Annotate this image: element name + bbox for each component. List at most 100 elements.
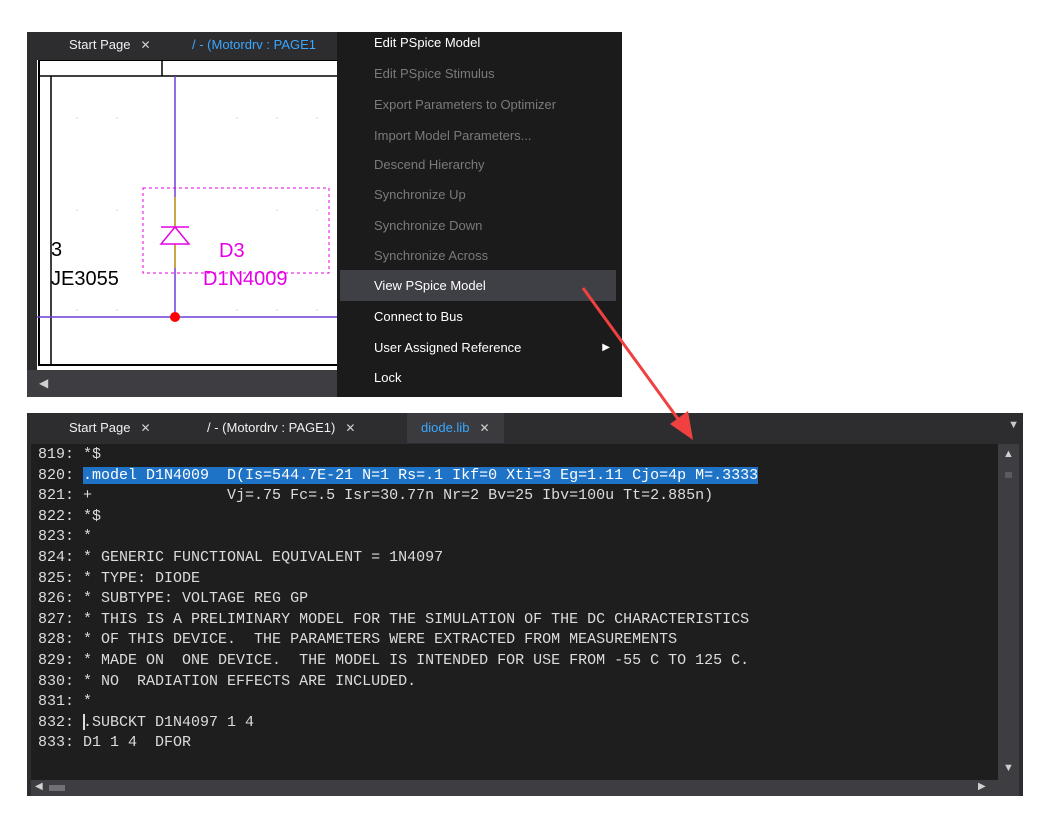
code-line: 822: *$ (38, 507, 101, 527)
menu-item-view-pspice-model[interactable]: View PSpice Model (340, 270, 616, 301)
scroll-down-icon[interactable]: ▼ (1003, 762, 1014, 774)
code-text: D1 1 4 DFOR (83, 734, 192, 752)
code-line: 831: * (38, 692, 92, 712)
code-line: 819: *$ (38, 445, 101, 465)
submenu-arrow-icon: ▶ (602, 342, 610, 353)
code-text: + Vj=.75 Fc=.5 Isr=30.77n Nr=2 Bv=25 Ibv… (83, 487, 714, 505)
code-line: 826: * SUBTYPE: VOLTAGE REG GP (38, 589, 308, 609)
line-number: 833: (38, 734, 75, 752)
schematic-tab-bar: Start Page ✕ / - (Motordrv : PAGE1 (27, 32, 337, 60)
code-text: * OF THIS DEVICE. THE PARAMETERS WERE EX… (83, 631, 678, 649)
tab-list-dropdown-icon[interactable]: ▼ (1008, 419, 1019, 431)
code-text: * THIS IS A PRELIMINARY MODEL FOR THE SI… (83, 610, 750, 628)
close-icon[interactable]: ✕ (140, 38, 150, 52)
close-icon[interactable]: ✕ (345, 421, 355, 435)
code-text: * GENERIC FUNCTIONAL EQUIVALENT = 1N4097 (83, 549, 444, 566)
scroll-left-icon[interactable]: ◀ (39, 376, 48, 390)
tab-diode-lib[interactable]: diode.lib ✕ (407, 413, 504, 443)
code-text: * (83, 528, 93, 546)
code-line: 828: * OF THIS DEVICE. THE PARAMETERS WE… (38, 630, 677, 650)
code-line: 821: + Vj=.75 Fc=.5 Isr=30.77n Nr=2 Bv=2… (38, 486, 713, 506)
page-border (38, 60, 337, 366)
menu-item-edit-pspice-stimulus[interactable]: Edit PSpice Stimulus (340, 58, 616, 89)
code-text: *$ (83, 446, 102, 463)
code-text: * MADE ON ONE DEVICE. THE MODEL IS INTEN… (83, 652, 750, 669)
menu-item-user-assigned-reference[interactable]: User Assigned Reference ▶ (340, 332, 616, 363)
line-number: 819: (38, 446, 75, 463)
line-number: 822: (38, 507, 75, 525)
line-number: 825: (38, 569, 75, 587)
line-number: 826: (38, 590, 75, 608)
menu-item-import-model-parameters[interactable]: Import Model Parameters... (340, 120, 616, 151)
grid (76, 117, 318, 366)
menu-item-edit-pspice-model[interactable]: Edit PSpice Model (340, 27, 616, 58)
line-number: 820: (38, 466, 75, 484)
editor-tab-bar: Start Page ✕ / - (Motordrv : PAGE1) ✕ diod… (27, 413, 1023, 443)
part-reference: D3 (219, 240, 245, 262)
code-line: 823: * (38, 527, 92, 547)
schematic-canvas[interactable]: D3 D1N4009 3 JE3055 (37, 60, 337, 370)
tab-motordrv-page1[interactable]: / - (Motordrv : PAGE1) ✕ (207, 415, 355, 443)
code-text: * SUBTYPE: VOLTAGE REG GP (83, 590, 309, 608)
code-editor[interactable]: 819: *$ 820: .model D1N4009 D(Is=544.7E-2… (31, 444, 998, 780)
schematic-window: Start Page ✕ / - (Motordrv : PAGE1 D3 D1… (27, 32, 337, 397)
code-line: 820: .model D1N4009 D(Is=544.7E-21 N=1 R… (38, 466, 759, 486)
line-number: 821: (38, 487, 75, 505)
context-menu: Edit PSpice Model Edit PSpice Stimulus E… (337, 32, 622, 397)
menu-item-label: User Assigned Reference (374, 340, 522, 355)
schematic-horizontal-scrollbar[interactable]: ◀ (27, 370, 337, 397)
junction-dot (170, 312, 180, 322)
scroll-thumb[interactable] (1005, 472, 1012, 478)
code-line: 827: * THIS IS A PRELIMINARY MODEL FOR T… (38, 610, 749, 630)
line-number: 827: (38, 610, 75, 628)
part-value: D1N4009 (203, 268, 288, 290)
menu-item-connect-to-bus[interactable]: Connect to Bus (340, 301, 616, 332)
menu-item-synchronize-up[interactable]: Synchronize Up (340, 179, 616, 210)
close-icon[interactable]: ✕ (140, 421, 150, 435)
code-line: 825: * TYPE: DIODE (38, 569, 200, 589)
code-line: 829: * MADE ON ONE DEVICE. THE MODEL IS … (38, 651, 749, 671)
code-text: .SUBCKT D1N4097 1 4 (83, 713, 255, 731)
tab-motordrv-page1[interactable]: / - (Motordrv : PAGE1 (192, 32, 316, 60)
code-text: *$ (83, 507, 102, 525)
scroll-left-icon[interactable]: ◀ (35, 781, 43, 792)
tab-label: diode.lib (421, 420, 470, 435)
diode-symbol-icon (159, 225, 191, 245)
tab-label: / - (Motordrv : PAGE1 (192, 37, 317, 52)
tab-label: Start Page (69, 37, 131, 52)
menu-item-descend-hierarchy[interactable]: Descend Hierarchy (340, 149, 616, 180)
menu-item-export-parameters[interactable]: Export Parameters to Optimizer (340, 89, 616, 120)
code-line: 830: * NO RADIATION EFFECTS ARE INCLUDED… (38, 672, 416, 692)
tab-label: Start Page (69, 420, 131, 435)
left-part-reference: 3 (51, 239, 62, 261)
editor-window: Start Page ✕ / - (Motordrv : PAGE1) ✕ diod… (27, 413, 1023, 796)
line-number: 828: (38, 631, 75, 649)
code-text: * TYPE: DIODE (83, 569, 201, 587)
scroll-right-icon[interactable]: ▶ (978, 781, 986, 792)
scroll-thumb[interactable] (49, 785, 65, 791)
line-number: 829: (38, 652, 75, 669)
left-part-value: JE3055 (51, 268, 119, 290)
menu-item-lock[interactable]: Lock (340, 362, 616, 393)
selected-code-text: .model D1N4009 D(Is=544.7E-21 N=1 Rs=.1 … (83, 466, 759, 484)
line-number: 823: (38, 528, 75, 546)
scroll-up-icon[interactable]: ▲ (1003, 448, 1014, 460)
tab-label: / - (Motordrv : PAGE1) (207, 420, 336, 435)
close-icon[interactable]: ✕ (479, 421, 489, 435)
menu-item-synchronize-across[interactable]: Synchronize Across (340, 240, 616, 271)
line-number: 831: (38, 693, 75, 711)
line-number: 830: (38, 672, 75, 690)
line-number: 832: (38, 713, 75, 731)
line-number: 824: (38, 549, 75, 566)
code-line: 824: * GENERIC FUNCTIONAL EQUIVALENT = 1… (38, 548, 443, 568)
vertical-scrollbar[interactable]: ▲ ▼ (998, 444, 1019, 780)
tab-start-page[interactable]: Start Page ✕ (69, 415, 151, 443)
code-text: * NO RADIATION EFFECTS ARE INCLUDED. (83, 672, 417, 690)
tab-start-page[interactable]: Start Page ✕ (69, 32, 151, 60)
code-line: 832: .SUBCKT D1N4097 1 4 (38, 713, 254, 733)
code-line: 833: D1 1 4 DFOR (38, 733, 191, 753)
code-text: * (83, 693, 93, 711)
diode-d3[interactable]: D3 D1N4009 (142, 187, 330, 290)
menu-item-synchronize-down[interactable]: Synchronize Down (340, 210, 616, 241)
horizontal-scrollbar[interactable]: ◀ ▶ (31, 780, 1019, 796)
